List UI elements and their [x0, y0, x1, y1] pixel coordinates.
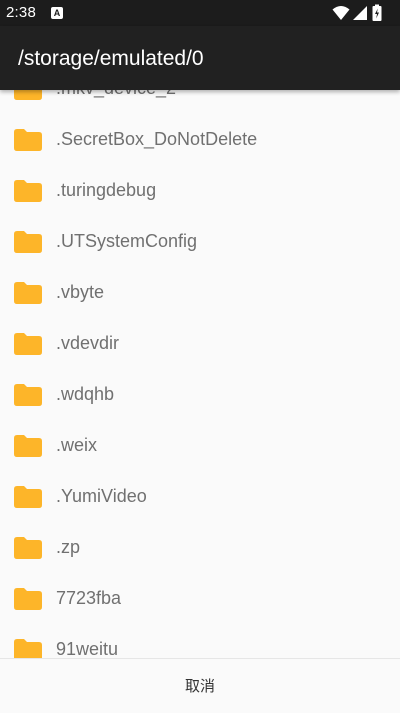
list-item-label: .YumiVideo [56, 486, 147, 506]
list-item-label: .vdevdir [56, 333, 120, 353]
list-item[interactable]: .YumiVideo [0, 472, 400, 523]
bottom-bar: 取消 [0, 658, 400, 713]
list-item-label: .vbyte [56, 282, 105, 302]
list-item-label: .zp [56, 537, 81, 557]
folder-icon [14, 333, 42, 355]
current-path-title: /storage/emulated/0 [18, 47, 204, 70]
battery-icon [372, 4, 382, 21]
list-item[interactable]: .vdevdir [0, 319, 400, 370]
list-item[interactable]: .vbyte [0, 268, 400, 319]
file-list-inner: .mkv_device_2 .SecretBox_DoNotDelete .tur… [0, 90, 400, 658]
list-item[interactable]: .mkv_device_2 [0, 90, 400, 115]
list-item[interactable]: .wdqhb [0, 370, 400, 421]
wifi-icon [332, 6, 350, 20]
list-item-label: .turingdebug [56, 180, 157, 200]
folder-icon [14, 90, 42, 100]
list-item[interactable]: .UTSystemConfig [0, 217, 400, 268]
list-item[interactable]: .SecretBox_DoNotDelete [0, 115, 400, 166]
folder-icon [14, 639, 42, 658]
cancel-button[interactable]: 取消 [0, 659, 400, 713]
folder-icon [14, 537, 42, 559]
folder-icon [14, 588, 42, 610]
list-item-label: .SecretBox_DoNotDelete [56, 129, 258, 149]
list-item[interactable]: 7723fba [0, 574, 400, 625]
status-time: 2:38 [6, 4, 36, 21]
folder-icon [14, 435, 42, 457]
list-item-label: 91weitu [56, 639, 119, 658]
file-list[interactable]: .mkv_device_2 .SecretBox_DoNotDelete .tur… [0, 90, 400, 658]
list-item-label: 7723fba [56, 588, 122, 608]
folder-icon [14, 384, 42, 406]
list-item[interactable]: .turingdebug [0, 166, 400, 217]
list-item[interactable]: .zp [0, 523, 400, 574]
status-bar: 2:38 A [0, 0, 400, 26]
status-icons [332, 4, 392, 22]
title-bar: /storage/emulated/0 [0, 26, 400, 90]
list-item-label: .mkv_device_2 [56, 90, 176, 99]
folder-icon [14, 180, 42, 202]
list-item-label: .weix [56, 435, 98, 455]
notification-icon: A [51, 7, 63, 19]
folder-icon [14, 129, 42, 151]
list-item-label: .wdqhb [56, 384, 115, 404]
folder-icon [14, 282, 42, 304]
signal-icon [353, 6, 367, 20]
list-item-label: .UTSystemConfig [56, 231, 198, 251]
list-item[interactable]: 91weitu [0, 625, 400, 658]
folder-icon [14, 486, 42, 508]
list-item[interactable]: .weix [0, 421, 400, 472]
folder-icon [14, 231, 42, 253]
